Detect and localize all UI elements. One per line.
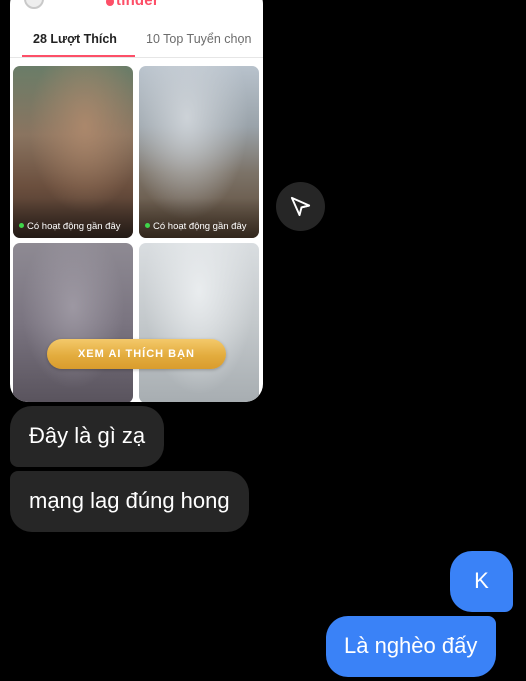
tabs-divider [10,57,263,58]
tile-shade [139,198,259,238]
share-button[interactable] [276,182,325,231]
activity-label: Có hoạt động gần đây [27,221,121,232]
flame-icon [106,0,114,6]
activity-status: Có hoạt động gần đây [145,221,247,232]
blurred-profile-tile [139,243,259,402]
tinder-logo: tinder [106,0,159,9]
blurred-profile-tile: Có hoạt động gần đây [13,66,133,238]
see-who-likes-you-button: XEM AI THÍCH BẠN [47,339,226,369]
tile-shade [13,198,133,238]
shared-image-header: tinder [10,0,263,10]
likes-tabs: 28 Lượt Thích 10 Top Tuyển chọn [10,26,263,58]
blurred-profile-tile [13,243,133,402]
tinder-logo-text: tinder [116,0,159,9]
incoming-message[interactable]: Đây là gì zạ [10,406,165,467]
outgoing-message[interactable]: Là nghèo đấy [326,616,497,677]
online-dot-icon [145,223,150,228]
outgoing-message[interactable]: K [450,551,513,612]
shared-image-message[interactable]: tinder 28 Lượt Thích 10 Top Tuyển chọn C… [10,0,263,402]
activity-status: Có hoạt động gần đây [19,221,121,232]
paper-plane-icon [290,196,311,217]
tab-top-picks: 10 Top Tuyển chọn [146,32,252,46]
activity-label: Có hoạt động gần đây [153,221,247,232]
tab-likes: 28 Lượt Thích [33,32,117,46]
online-dot-icon [19,223,24,228]
avatar-icon [24,0,44,9]
incoming-message[interactable]: mạng lag đúng hong [10,471,249,532]
chat-thread: tinder 28 Lượt Thích 10 Top Tuyển chọn C… [0,0,526,681]
blurred-profile-tile: Có hoạt động gần đây [139,66,259,238]
